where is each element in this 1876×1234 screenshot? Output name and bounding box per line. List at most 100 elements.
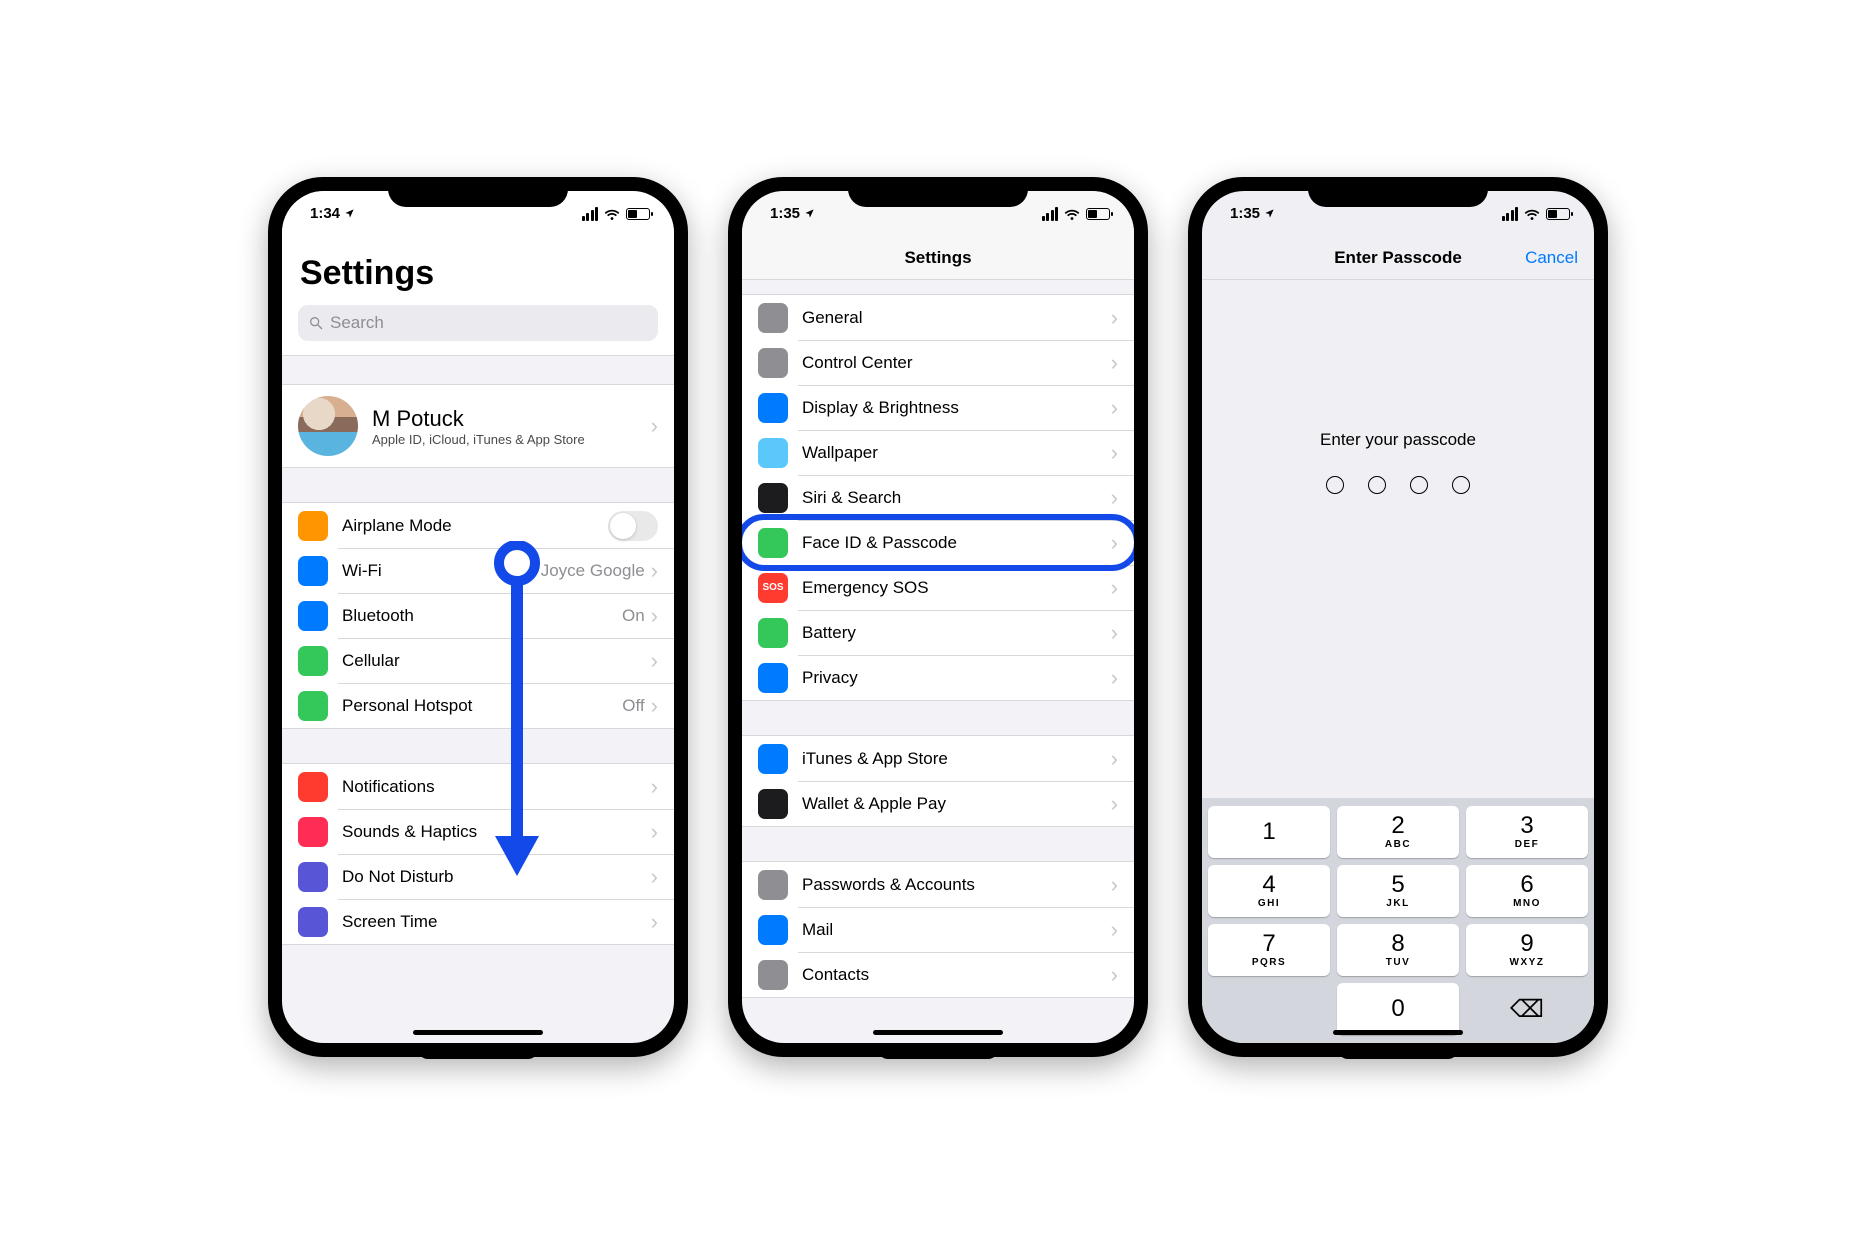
settings-row-contacts[interactable]: Contacts› bbox=[742, 952, 1134, 997]
settings-row-general[interactable]: General› bbox=[742, 295, 1134, 340]
nav-bar: Enter Passcode Cancel bbox=[1202, 236, 1594, 280]
key-number: 2 bbox=[1391, 814, 1404, 838]
chevron-right-icon: › bbox=[651, 650, 658, 672]
keypad-key-9[interactable]: 9WXYZ bbox=[1466, 924, 1588, 976]
key-number: 6 bbox=[1520, 873, 1533, 897]
settings-row-personal-hotspot[interactable]: Personal HotspotOff› bbox=[282, 683, 674, 728]
settings-row-airplane-mode[interactable]: Airplane Mode bbox=[282, 503, 674, 548]
airplane-icon bbox=[298, 511, 328, 541]
passwords-icon bbox=[758, 870, 788, 900]
keypad-key-6[interactable]: 6MNO bbox=[1466, 865, 1588, 917]
settings-row-face-id-passcode[interactable]: Face ID & Passcode› bbox=[742, 520, 1134, 565]
chevron-right-icon: › bbox=[1111, 793, 1118, 815]
keypad-key-0[interactable]: 0 bbox=[1337, 983, 1459, 1035]
keypad-key-3[interactable]: 3DEF bbox=[1466, 806, 1588, 858]
cancel-button[interactable]: Cancel bbox=[1525, 248, 1578, 268]
settings-row-notifications[interactable]: Notifications› bbox=[282, 764, 674, 809]
row-label: Privacy bbox=[802, 668, 1111, 688]
row-value: Joyce Google bbox=[541, 561, 645, 581]
wifi-status-icon bbox=[1064, 208, 1080, 220]
battery-icon bbox=[626, 208, 650, 220]
settings-row-mail[interactable]: Mail› bbox=[742, 907, 1134, 952]
profile-row[interactable]: M Potuck Apple ID, iCloud, iTunes & App … bbox=[282, 385, 674, 467]
settings-row-bluetooth[interactable]: BluetoothOn› bbox=[282, 593, 674, 638]
keypad-key-7[interactable]: 7PQRS bbox=[1208, 924, 1330, 976]
row-label: Siri & Search bbox=[802, 488, 1111, 508]
keypad-key-2[interactable]: 2ABC bbox=[1337, 806, 1459, 858]
page-title: Settings bbox=[282, 246, 674, 295]
key-number: 9 bbox=[1520, 932, 1533, 956]
passcode-dot bbox=[1410, 476, 1428, 494]
passcode-dots bbox=[1326, 476, 1470, 494]
search-icon bbox=[308, 315, 324, 331]
chevron-right-icon: › bbox=[1111, 352, 1118, 374]
chevron-right-icon: › bbox=[1111, 667, 1118, 689]
key-letters: GHI bbox=[1258, 898, 1280, 909]
key-number: 7 bbox=[1262, 932, 1275, 956]
settings-row-control-center[interactable]: Control Center› bbox=[742, 340, 1134, 385]
key-number: 4 bbox=[1262, 873, 1275, 897]
row-value: Off bbox=[622, 696, 644, 716]
bluetooth-icon bbox=[298, 601, 328, 631]
contacts-icon bbox=[758, 960, 788, 990]
settings-row-wallpaper[interactable]: Wallpaper› bbox=[742, 430, 1134, 475]
keypad-key-1[interactable]: 1 bbox=[1208, 806, 1330, 858]
chevron-right-icon: › bbox=[1111, 307, 1118, 329]
settings-row-battery[interactable]: Battery› bbox=[742, 610, 1134, 655]
phone-1: 1:34 Settings Search bbox=[268, 177, 688, 1057]
keypad-key-8[interactable]: 8TUV bbox=[1337, 924, 1459, 976]
settings-row-passwords-accounts[interactable]: Passwords & Accounts› bbox=[742, 862, 1134, 907]
chevron-right-icon: › bbox=[651, 605, 658, 627]
settings-row-emergency-sos[interactable]: SOSEmergency SOS› bbox=[742, 565, 1134, 610]
chevron-right-icon: › bbox=[1111, 397, 1118, 419]
passcode-prompt: Enter your passcode bbox=[1320, 430, 1476, 450]
signal-icon bbox=[1042, 207, 1059, 221]
chevron-right-icon: › bbox=[651, 776, 658, 798]
faceid-icon bbox=[758, 528, 788, 558]
search-placeholder: Search bbox=[330, 313, 384, 333]
wallet-icon bbox=[758, 789, 788, 819]
settings-row-do-not-disturb[interactable]: Do Not Disturb› bbox=[282, 854, 674, 899]
row-value: On bbox=[622, 606, 645, 626]
settings-row-screen-time[interactable]: Screen Time› bbox=[282, 899, 674, 944]
profile-subtitle: Apple ID, iCloud, iTunes & App Store bbox=[372, 432, 651, 447]
notch bbox=[388, 177, 568, 207]
key-number: 5 bbox=[1391, 873, 1404, 897]
chevron-right-icon: › bbox=[651, 415, 658, 437]
home-indicator[interactable] bbox=[873, 1030, 1003, 1035]
numeric-keypad: 12ABC3DEF4GHI5JKL6MNO7PQRS8TUV9WXYZ0⌫ bbox=[1202, 798, 1594, 1043]
row-label: General bbox=[802, 308, 1111, 328]
settings-row-wallet-apple-pay[interactable]: Wallet & Apple Pay› bbox=[742, 781, 1134, 826]
settings-row-wi-fi[interactable]: Wi-FiJoyce Google› bbox=[282, 548, 674, 593]
chevron-right-icon: › bbox=[1111, 919, 1118, 941]
chevron-right-icon: › bbox=[1111, 748, 1118, 770]
settings-row-cellular[interactable]: Cellular› bbox=[282, 638, 674, 683]
gear-icon bbox=[758, 303, 788, 333]
settings-row-sounds-haptics[interactable]: Sounds & Haptics› bbox=[282, 809, 674, 854]
key-letters: DEF bbox=[1515, 839, 1540, 850]
row-label: Wi-Fi bbox=[342, 561, 541, 581]
settings-row-privacy[interactable]: Privacy› bbox=[742, 655, 1134, 700]
settings-row-itunes-app-store[interactable]: iTunes & App Store› bbox=[742, 736, 1134, 781]
search-input[interactable]: Search bbox=[298, 305, 658, 341]
keypad-delete[interactable]: ⌫ bbox=[1466, 983, 1588, 1035]
key-number: 1 bbox=[1262, 820, 1275, 844]
sos-icon: SOS bbox=[758, 573, 788, 603]
battery-icon bbox=[758, 618, 788, 648]
toggle[interactable] bbox=[608, 511, 658, 541]
settings-row-siri-search[interactable]: Siri & Search› bbox=[742, 475, 1134, 520]
row-label: Cellular bbox=[342, 651, 651, 671]
notch bbox=[848, 177, 1028, 207]
home-indicator[interactable] bbox=[1333, 1030, 1463, 1035]
keypad-key-5[interactable]: 5JKL bbox=[1337, 865, 1459, 917]
profile-name: M Potuck bbox=[372, 406, 651, 432]
home-indicator[interactable] bbox=[413, 1030, 543, 1035]
keypad-key-4[interactable]: 4GHI bbox=[1208, 865, 1330, 917]
settings-row-display-brightness[interactable]: Display & Brightness› bbox=[742, 385, 1134, 430]
dnd-icon bbox=[298, 862, 328, 892]
row-label: Wallet & Apple Pay bbox=[802, 794, 1111, 814]
screen-settings-scrolled: 1:35 Settings General›Control Center›Dis… bbox=[742, 191, 1134, 1043]
row-label: Battery bbox=[802, 623, 1111, 643]
key-letters: MNO bbox=[1513, 898, 1541, 909]
key-letters: TUV bbox=[1386, 957, 1411, 968]
